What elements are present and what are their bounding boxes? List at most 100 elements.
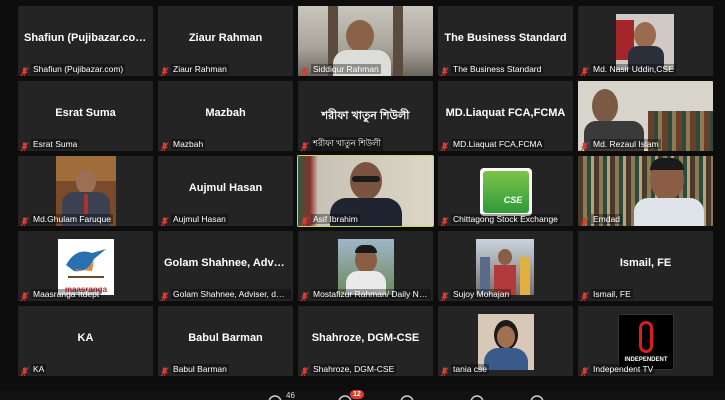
participant-name: Ziaur Rahman <box>171 64 229 74</box>
mic-muted-icon <box>20 289 29 301</box>
participant-display-name: শরীফা খাতুন শিউলী <box>321 110 410 122</box>
participant-display-name: KA <box>77 332 94 344</box>
participant-name: Chittagong Stock Exchange <box>451 214 560 224</box>
participant-name-label: Md. Rezaul Islam <box>580 138 711 151</box>
participant-tile[interactable]: Md.Ghulam Faruque <box>18 156 153 226</box>
participant-name-label: KA <box>20 363 151 376</box>
participant-tile[interactable]: Md. Rezaul Islam <box>578 81 713 151</box>
mic-muted-icon <box>440 289 449 301</box>
participant-tile[interactable]: Aujmul Hasan Aujmul Hasan <box>158 156 293 226</box>
mic-muted-icon <box>160 364 169 376</box>
mic-muted-icon <box>20 214 29 226</box>
participant-display-name: MD.Liaquat FCA,FCMA <box>445 107 566 119</box>
participant-tile[interactable]: maasranga Maasranga Itdept <box>18 231 153 301</box>
mic-muted-icon <box>20 64 29 76</box>
video-grid: Shafiun (Pujibazar.com) Shafiun (Pujibaza… <box>18 6 718 391</box>
participant-tile[interactable]: Esrat Suma Esrat Suma <box>18 81 153 151</box>
participant-tile[interactable]: CSE Chittagong Stock Exchange <box>438 156 573 226</box>
participant-name-label: Mazbah <box>160 138 291 151</box>
mic-muted-icon <box>440 64 449 76</box>
participant-display-name: Mazbah <box>205 107 246 119</box>
participant-name: Md.Ghulam Faruque <box>31 214 113 224</box>
participant-tile[interactable]: Mazbah Mazbah <box>158 81 293 151</box>
participant-name: Md. Rezaul Islam <box>591 139 661 149</box>
chat-icon[interactable] <box>338 391 352 400</box>
participant-tile[interactable]: Asif Ibrahim <box>297 155 434 227</box>
participant-name-label: Ziaur Rahman <box>160 63 291 76</box>
participant-name: Babul Barman <box>171 364 229 374</box>
participant-tile[interactable]: MD.Liaquat FCA,FCMA MD.Liaquat FCA,FCMA <box>438 81 573 151</box>
participant-name: Sujoy Mohajan <box>451 289 512 299</box>
participant-tile[interactable]: Mostafizur Rahman/ Daily New Age <box>298 231 433 301</box>
mic-muted-icon <box>580 289 589 301</box>
participant-tile[interactable]: INDEPENDENT Independent TV <box>578 306 713 376</box>
mic-muted-icon <box>160 64 169 76</box>
mic-muted-icon <box>440 214 449 226</box>
participant-name: Esrat Suma <box>31 139 80 149</box>
participant-name: Md. Nasir Uddin,CSE <box>591 64 676 74</box>
participant-name: Ismail, FE <box>591 289 633 299</box>
participant-name: Independent TV <box>591 364 656 374</box>
participant-tile[interactable]: Golam Shahnee, Adviser, dhaka Golam Shahn… <box>158 231 293 301</box>
participant-name-label: Esrat Suma <box>20 138 151 151</box>
participant-display-name: Ziaur Rahman <box>188 32 263 44</box>
participant-name: tania cse <box>451 364 490 374</box>
participant-display-name: Aujmul Hasan <box>188 182 263 194</box>
mic-muted-icon <box>580 139 589 151</box>
participant-display-name: Shahroze, DGM-CSE <box>311 332 420 344</box>
mic-muted-icon <box>580 64 589 76</box>
participant-name-label: Shafiun (Pujibazar.com) <box>20 63 151 76</box>
mic-muted-icon <box>20 139 29 151</box>
participant-tile[interactable]: Shahroze, DGM-CSE Shahroze, DGM-CSE <box>298 306 433 376</box>
participant-name-label: Sujoy Mohajan <box>440 288 571 301</box>
share-screen-icon[interactable] <box>400 391 414 400</box>
participant-name-label: Siddiqur Rahman <box>300 63 431 76</box>
participant-tile[interactable]: KA KA <box>18 306 153 376</box>
participant-tile[interactable]: Sujoy Mohajan <box>438 231 573 301</box>
participant-name: Asif Ibrahim <box>311 214 360 224</box>
participant-name-label: Emdad <box>580 213 711 226</box>
cse-logo-text: CSE <box>503 195 523 205</box>
mic-muted-icon <box>20 364 29 376</box>
participant-tile[interactable]: Ismail, FE Ismail, FE <box>578 231 713 301</box>
kingfisher-logo-icon: maasranga <box>58 239 114 295</box>
participant-tile[interactable]: Siddiqur Rahman <box>298 6 433 76</box>
reactions-icon[interactable] <box>530 391 544 400</box>
participant-tile[interactable]: Emdad <box>578 156 713 226</box>
participant-display-name: Ismail, FE <box>619 257 672 269</box>
participant-name-label: Mostafizur Rahman/ Daily New Age <box>300 288 431 301</box>
participant-name-label: Asif Ibrahim <box>300 213 431 226</box>
profile-photo <box>476 239 534 295</box>
participant-name: Maasranga Itdept <box>31 289 102 299</box>
participant-tile[interactable]: Babul Barman Babul Barman <box>158 306 293 376</box>
participant-display-name: Babul Barman <box>188 332 263 344</box>
participant-display-name: The Business Standard <box>444 32 567 44</box>
mic-muted-icon <box>440 364 449 376</box>
record-icon[interactable] <box>470 391 484 400</box>
participant-tile[interactable]: Ziaur Rahman Ziaur Rahman <box>158 6 293 76</box>
chat-badge: 12 <box>350 390 364 399</box>
mic-muted-icon <box>300 139 309 151</box>
participant-count[interactable]: 46 <box>286 391 295 400</box>
participant-name: শরীফা খাতুন শিউলী <box>311 137 383 151</box>
participant-display-name: Esrat Suma <box>55 107 116 119</box>
participant-name: Shahroze, DGM-CSE <box>311 364 397 374</box>
participant-name: Siddiqur Rahman <box>311 64 381 74</box>
participant-name-label: Chittagong Stock Exchange <box>440 213 571 226</box>
participant-tile[interactable]: Md. Nasir Uddin,CSE <box>578 6 713 76</box>
participant-tile[interactable]: শরীফা খাতুন শিউলী শরীফা খাতুন শিউলী <box>298 81 433 151</box>
mic-muted-icon <box>440 139 449 151</box>
participant-tile[interactable]: tania cse <box>438 306 573 376</box>
participant-name-label: Aujmul Hasan <box>160 213 291 226</box>
participant-tile[interactable]: The Business Standard The Business Standa… <box>438 6 573 76</box>
participant-name-label: Maasranga Itdept <box>20 288 151 301</box>
mic-muted-icon <box>160 214 169 226</box>
participant-name-label: Md.Ghulam Faruque <box>20 213 151 226</box>
cse-logo-icon: CSE <box>480 168 532 216</box>
participant-tile[interactable]: Shafiun (Pujibazar.com) Shafiun (Pujibaza… <box>18 6 153 76</box>
participant-name: Golam Shahnee, Adviser, dhakt <box>171 289 291 299</box>
participant-name: Shafiun (Pujibazar.com) <box>31 64 126 74</box>
mic-muted-icon <box>300 64 309 76</box>
participants-icon[interactable] <box>268 391 282 400</box>
independent-logo-icon: INDEPENDENT <box>618 314 674 370</box>
